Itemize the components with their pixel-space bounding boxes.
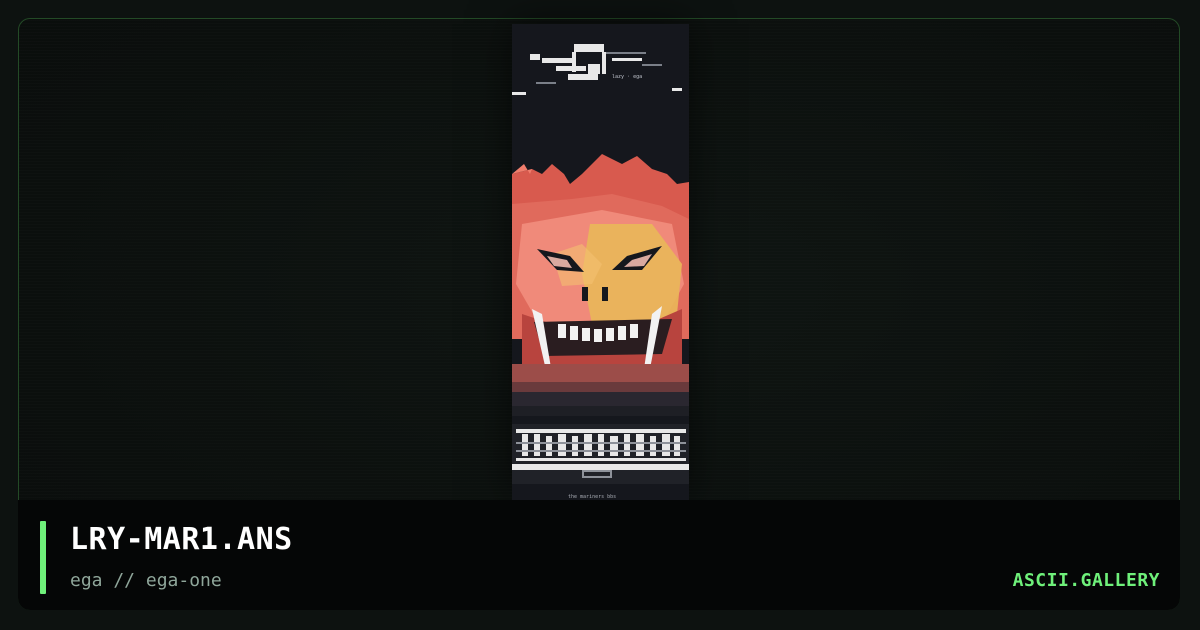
site-brand-link[interactable]: ASCII.GALLERY xyxy=(1013,570,1160,591)
accent-bar xyxy=(40,521,46,594)
artwork-palette: ega // ega-one xyxy=(70,570,222,591)
info-footer: LRY-MAR1.ANS ega // ega-one ASCII.GALLER… xyxy=(18,500,1180,610)
artwork-title: LRY-MAR1.ANS xyxy=(70,522,293,557)
ansi-artwork-thumbnail[interactable]: lazy · ega the mariners bbs xyxy=(512,24,689,500)
ansi-artwork-image: lazy · ega the mariners bbs xyxy=(512,24,689,500)
art-caption-top: lazy · ega xyxy=(612,74,642,80)
